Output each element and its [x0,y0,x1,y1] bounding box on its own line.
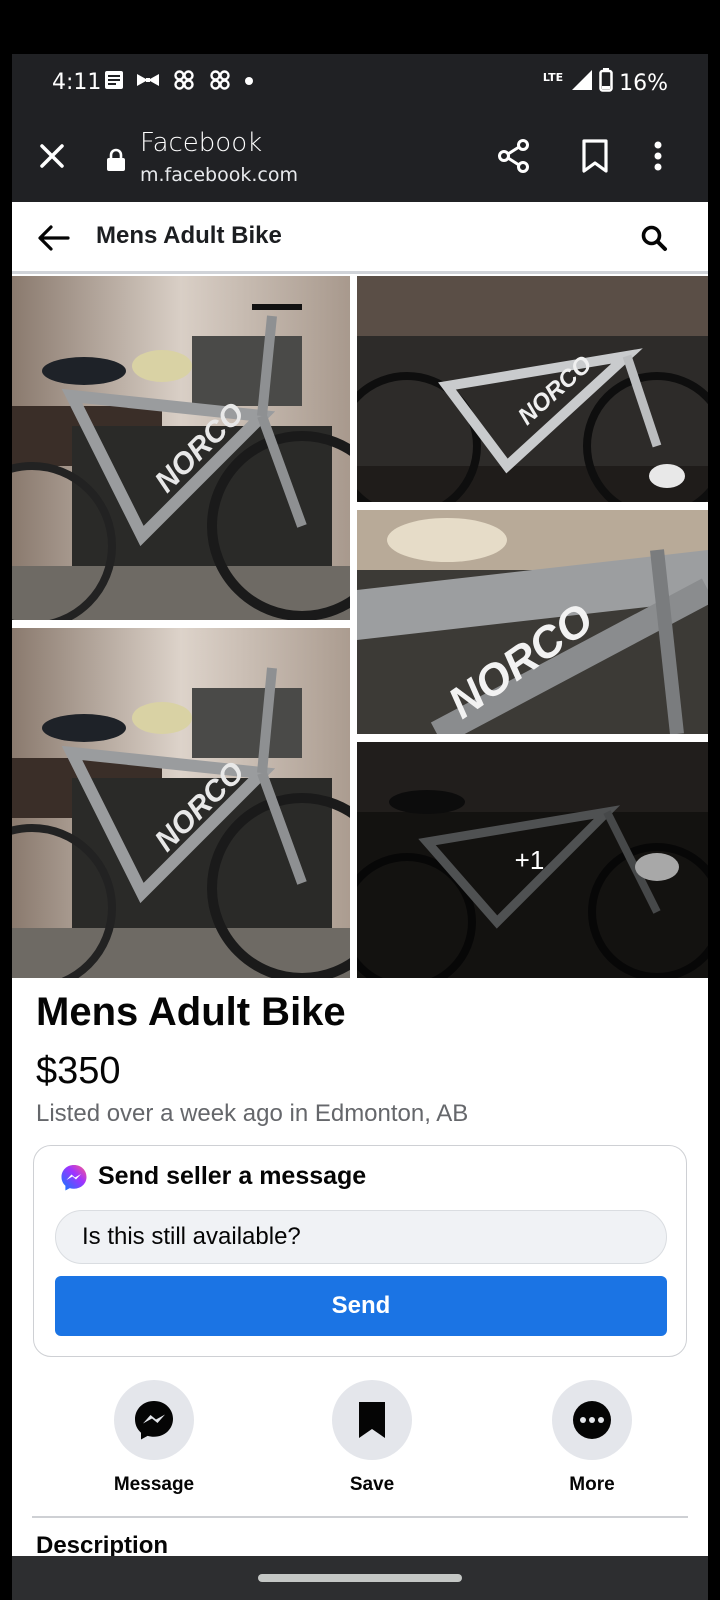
send-message-title: Send seller a message [98,1162,367,1190]
browser-page-title[interactable]: Facebook [140,128,262,158]
listing-photo[interactable]: NORCO [12,276,350,620]
network-type: LTE [542,70,564,84]
status-bar: 4:11 LTE 16% [12,54,708,110]
save-label: Save [349,1474,395,1495]
notes-icon [104,70,124,95]
status-time: 4:11 [52,70,102,95]
more-photos-count[interactable]: +1 [357,742,708,978]
more-icon[interactable] [552,1380,632,1460]
listing-photo[interactable]: NORCO [357,510,708,734]
messenger-logo-icon [60,1164,88,1192]
signal-icon [571,69,593,97]
messenger-icon[interactable] [114,1380,194,1460]
message-label: Message [113,1474,195,1495]
page-title: Mens Adult Bike [96,222,282,249]
battery-icon [599,68,613,98]
more-vert-icon[interactable] [652,138,664,174]
browser-url[interactable]: m.facebook.com [140,164,298,186]
battery-percent: 16% [619,70,668,96]
listing-photo[interactable]: NORCO [12,628,350,978]
pinwheel-icon [208,68,232,97]
bookmark-icon[interactable] [580,138,610,174]
photo-gallery: NORCO NORCO NORCO NORCO +1 [12,276,708,978]
search-icon[interactable] [640,224,668,252]
listing-photo-more[interactable]: +1 [357,742,708,978]
notification-icons [104,68,254,96]
more-button[interactable]: More [512,1380,672,1496]
action-bar: Message Save More [12,1380,708,1500]
message-button[interactable]: Message [74,1380,234,1496]
lock-icon[interactable] [106,148,126,172]
message-input[interactable] [55,1210,667,1264]
send-button[interactable]: Send [55,1276,667,1336]
bookmark-icon[interactable] [332,1380,412,1460]
navigation-bar [12,1556,708,1600]
back-arrow-icon[interactable] [36,220,72,256]
status-right: LTE 16% [543,68,668,98]
save-button[interactable]: Save [292,1380,452,1496]
send-message-card: Send seller a message Send [33,1145,687,1357]
listing-meta[interactable]: Listed over a week ago in Edmonton, AB [36,1100,468,1128]
pinwheel-icon [172,68,196,97]
screen: 4:11 LTE 16% Facebook m.facebook.com Men… [12,54,708,1600]
more-label: More [569,1474,615,1495]
listing-price: $350 [36,1050,121,1092]
dot-icon [244,73,254,91]
page-header: Mens Adult Bike [12,202,708,274]
listing-photo[interactable]: NORCO [357,276,708,502]
close-icon[interactable] [36,140,68,172]
bow-tie-icon [136,72,160,93]
browser-toolbar: Facebook m.facebook.com [12,110,708,202]
home-gesture-handle[interactable] [258,1574,462,1582]
listing-title: Mens Adult Bike [36,990,346,1034]
share-icon[interactable] [496,138,532,174]
divider [32,1516,688,1518]
